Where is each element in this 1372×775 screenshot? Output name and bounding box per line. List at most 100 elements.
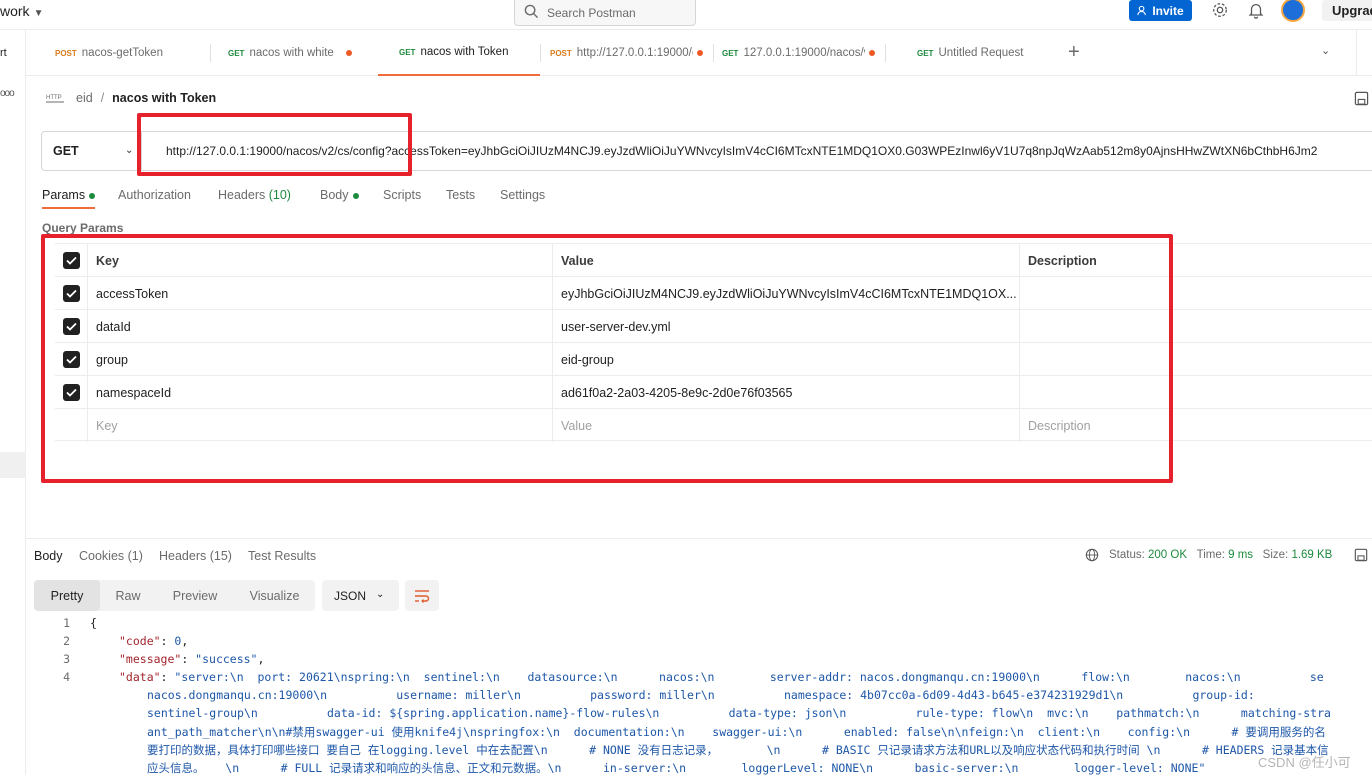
- tab-divider: [713, 44, 714, 62]
- response-meta: Status: 200 OK Time: 9 ms Size: 1.69 KB: [1085, 548, 1368, 562]
- tab-headers[interactable]: Headers (10): [218, 188, 291, 202]
- unsaved-dot-icon: [345, 50, 352, 56]
- view-pretty-button[interactable]: Pretty: [34, 580, 100, 611]
- method-badge: GET: [399, 47, 416, 57]
- save-icon[interactable]: [1354, 91, 1369, 106]
- active-dot-icon: [352, 192, 359, 199]
- method-badge: POST: [550, 48, 572, 58]
- chevron-down-icon: ⌄: [376, 589, 385, 600]
- add-user-icon: [1137, 5, 1147, 16]
- chevron-down-icon: ⌄: [125, 145, 134, 156]
- annotation-box-params: [41, 234, 1173, 483]
- tab-post-localhost[interactable]: POST http://127.0.0.1:19000/(: [550, 30, 712, 76]
- view-preview-button[interactable]: Preview: [156, 580, 234, 611]
- tab-authorization[interactable]: Authorization: [118, 188, 191, 202]
- code-wrapped-line: sentinel-group\n data-id: ${spring.appli…: [147, 706, 1331, 720]
- workspace-name: work: [0, 3, 30, 19]
- tab-settings[interactable]: Settings: [500, 188, 545, 202]
- tab-label: nacos-getToken: [81, 47, 163, 59]
- size-label: Size:: [1262, 549, 1289, 561]
- search-bar[interactable]: Search Postman: [514, 0, 696, 26]
- workspace-switcher[interactable]: work ▼: [0, 3, 43, 19]
- method-badge: GET: [722, 48, 739, 58]
- tab-tests[interactable]: Tests: [446, 188, 475, 202]
- time-value[interactable]: 9 ms: [1228, 549, 1253, 561]
- tab-nacos-with-white[interactable]: GET nacos with white: [228, 30, 378, 76]
- tab-untitled-request[interactable]: GET Untitled Request: [917, 30, 1057, 76]
- time-label: Time:: [1196, 549, 1225, 561]
- annotation-box-url: [137, 113, 412, 176]
- save-response-icon[interactable]: [1354, 548, 1368, 562]
- response-tabs: Body Cookies (1) Headers (15) Test Resul…: [26, 538, 1372, 572]
- tab-label: http://127.0.0.1:19000/(: [576, 47, 693, 59]
- avatar[interactable]: [1281, 0, 1305, 22]
- new-tab-plus-icon[interactable]: +: [1068, 41, 1080, 64]
- query-params-title: Query Params: [42, 221, 124, 235]
- unsaved-dot-icon: [696, 50, 703, 56]
- watermark: CSDN @任小可: [1258, 755, 1351, 770]
- request-title[interactable]: nacos with Token: [112, 91, 216, 105]
- view-mode-segmented: Pretty Raw Preview Visualize: [34, 580, 315, 611]
- code-wrapped-line: 要打印的数据，具体打印哪些接口 要自己 在logging.level 中在去配置…: [147, 743, 1329, 757]
- size-value[interactable]: 1.69 KB: [1291, 549, 1332, 561]
- response-body-code[interactable]: 1{ 2 "code": 0, 3 "message": "success", 4 "…: [26, 616, 1372, 775]
- active-dot-icon: [89, 192, 96, 199]
- search-placeholder: Search Postman: [547, 5, 636, 20]
- tab-scripts[interactable]: Scripts: [383, 188, 421, 202]
- format-select[interactable]: JSON ⌄: [322, 580, 399, 611]
- tab-get-localhost[interactable]: GET 127.0.0.1:19000/nacos/v: [722, 30, 882, 76]
- bell-icon[interactable]: [1247, 1, 1265, 19]
- method-value: GET: [53, 144, 79, 158]
- http-icon: HTTP: [46, 95, 64, 103]
- globe-icon[interactable]: [1085, 548, 1099, 562]
- tab-nacos-with-token[interactable]: GET nacos with Token: [378, 30, 540, 76]
- code-wrapped-line: ant_path_matcher\n\n#禁用swagger-ui 使用knif…: [147, 725, 1326, 739]
- svg-text:HTTP: HTTP: [46, 95, 62, 101]
- top-bar: work▼ Search Postman Invite Upgrad: [0, 0, 1372, 30]
- tab-response-headers[interactable]: Headers (15): [159, 549, 232, 563]
- left-sidebar: rt ooo: [0, 30, 26, 775]
- tab-response-cookies[interactable]: Cookies (1): [79, 549, 143, 563]
- tab-divider: [885, 44, 886, 62]
- status-label: Status:: [1109, 549, 1145, 561]
- view-raw-button[interactable]: Raw: [100, 580, 156, 611]
- breadcrumb-separator: /: [100, 91, 105, 105]
- code-wrapped-line: 应头信息。 \n # FULL 记录请求和响应的头信息、正文和元数据。\n in…: [147, 761, 1206, 775]
- tab-label: Untitled Request: [938, 47, 1024, 59]
- tab-body[interactable]: Body: [320, 188, 359, 202]
- method-badge: POST: [55, 48, 77, 58]
- tab-label: nacos with white: [249, 47, 334, 59]
- search-icon: [524, 4, 539, 19]
- tab-divider: [210, 44, 211, 62]
- wrap-lines-button[interactable]: [405, 580, 439, 611]
- tab-nacos-gettoken[interactable]: POST nacos-getToken: [55, 30, 225, 76]
- more-icon[interactable]: ooo: [0, 88, 15, 99]
- tab-panel-edge: [1356, 30, 1372, 76]
- method-badge: GET: [917, 48, 934, 58]
- chevron-down-icon: ▼: [33, 8, 44, 19]
- format-value: JSON: [334, 588, 367, 603]
- invite-button[interactable]: Invite: [1129, 0, 1192, 21]
- invite-label: Invite: [1152, 3, 1184, 18]
- upgrade-button[interactable]: Upgrad: [1322, 0, 1372, 21]
- breadcrumb: HTTP eid / nacos with Token: [46, 90, 216, 106]
- unsaved-dot-icon: [869, 50, 876, 56]
- request-tabs: POST nacos-getToken GET nacos with white…: [26, 30, 1372, 76]
- tab-response-body[interactable]: Body: [34, 549, 63, 563]
- code-wrapped-line: nacos.dongmanqu.cn:19000\n username: mil…: [147, 688, 1255, 702]
- tab-divider: [540, 44, 541, 62]
- method-select[interactable]: GET ⌄: [42, 132, 142, 170]
- tabs-overflow-chevron-icon[interactable]: ⌄: [1321, 44, 1330, 57]
- tab-label: 127.0.0.1:19000/nacos/v: [743, 47, 866, 59]
- view-visualize-button[interactable]: Visualize: [234, 580, 315, 611]
- gear-icon[interactable]: [1211, 1, 1229, 19]
- breadcrumb-parent[interactable]: eid: [76, 91, 93, 105]
- status-badge[interactable]: 200 OK: [1148, 549, 1187, 561]
- sidebar-selected-item[interactable]: [0, 452, 26, 478]
- wrap-lines-icon: [415, 589, 430, 603]
- tab-params[interactable]: Params: [42, 188, 96, 209]
- sidebar-item-import[interactable]: rt: [0, 47, 7, 59]
- tab-label: nacos with Token: [420, 46, 509, 58]
- method-badge: GET: [228, 48, 245, 58]
- tab-test-results[interactable]: Test Results: [248, 549, 316, 563]
